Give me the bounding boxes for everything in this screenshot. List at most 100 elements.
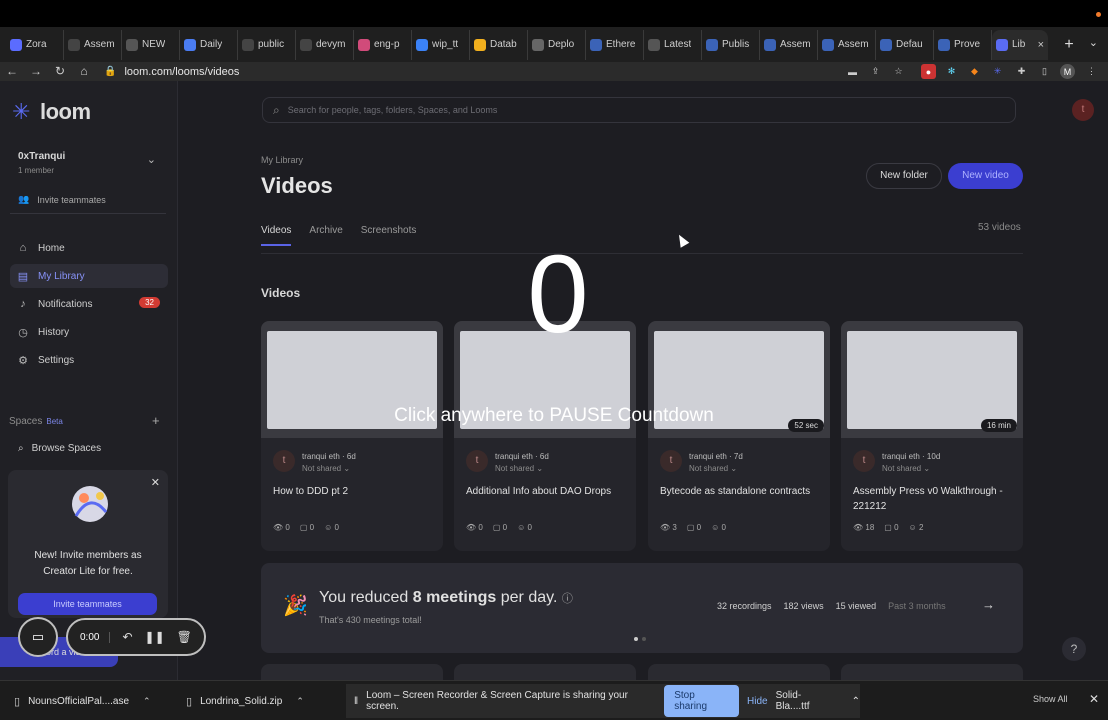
browser-tab[interactable]: Defau: [876, 29, 934, 60]
browser-tab[interactable]: Ethere: [586, 29, 644, 60]
browser-tab[interactable]: Zora: [6, 29, 64, 60]
screen: Zora Assem NEW Daily public devym eng-p wip_tt D…: [0, 0, 1108, 720]
browser-tab[interactable]: devym: [296, 29, 354, 60]
browser-tab[interactable]: eng-p: [354, 29, 412, 60]
new-tab-icon[interactable]: +: [1056, 36, 1082, 54]
smile-icon: ☺: [711, 523, 720, 532]
hide-button[interactable]: Hide: [747, 696, 768, 707]
close-icon[interactable]: ✕: [151, 476, 160, 489]
workspace-switcher[interactable]: 0xTranqui 1 member ⌄: [10, 143, 166, 181]
video-title[interactable]: How to DDD pt 2: [273, 484, 435, 499]
video-card[interactable]: 52 sec t tranqui eth · 7d Not shared ⌄ Bytec…: [648, 321, 830, 551]
video-title[interactable]: Assembly Press v0 Walkthrough - 221212: [853, 484, 1015, 514]
share-status[interactable]: Not shared ⌄: [882, 464, 930, 473]
arrow-right-icon[interactable]: →: [982, 597, 995, 612]
close-tab-icon[interactable]: ×: [1038, 39, 1044, 51]
author-avatar: t: [273, 450, 295, 472]
share-status[interactable]: Not shared ⌄: [302, 464, 350, 473]
loom-logo[interactable]: ✳ loom: [12, 99, 91, 125]
extension-icon[interactable]: ●: [921, 64, 936, 79]
loom-extension-icon[interactable]: ✳: [990, 64, 1005, 79]
stop-sharing-button[interactable]: Stop sharing: [664, 685, 740, 717]
video-thumbnail[interactable]: [454, 321, 636, 438]
browser-tab[interactable]: wip_tt: [412, 29, 470, 60]
reload-icon[interactable]: ↻: [48, 62, 72, 81]
browser-tab[interactable]: Assem: [760, 29, 818, 60]
sidebar-item-notifications[interactable]: ♪ Notifications 32: [10, 292, 168, 316]
video-title[interactable]: Bytecode as standalone contracts: [660, 484, 822, 499]
browser-tab[interactable]: Latest: [644, 29, 702, 60]
back-icon[interactable]: ←: [0, 62, 24, 81]
download-filename[interactable]: Solid-Bla....ttf: [776, 690, 834, 712]
browser-tab[interactable]: Datab: [470, 29, 528, 60]
show-all-button[interactable]: Show All: [1033, 694, 1068, 704]
carousel-dot[interactable]: [642, 637, 646, 641]
kebab-menu-icon[interactable]: ⋮: [1084, 64, 1099, 79]
browser-tab[interactable]: Daily: [180, 29, 238, 60]
restart-icon[interactable]: ↶: [122, 630, 132, 644]
browser-tab[interactable]: Assem: [64, 29, 122, 60]
video-thumbnail[interactable]: 52 sec: [648, 321, 830, 438]
tab-icon: [706, 38, 718, 51]
invite-teammates-button[interactable]: Invite teammates: [18, 593, 157, 615]
tab-videos[interactable]: Videos: [261, 225, 292, 246]
home-icon: ⌂: [19, 242, 27, 254]
share-status[interactable]: Not shared ⌄: [495, 464, 543, 473]
search-bar[interactable]: ⌕ Search for people, tags, folders, Spac…: [262, 97, 1016, 123]
add-space-icon[interactable]: +: [152, 413, 160, 428]
new-video-button[interactable]: New video: [948, 163, 1023, 189]
pause-icon[interactable]: ❚❚: [145, 630, 165, 644]
share-icon[interactable]: ⇪: [868, 64, 883, 79]
camera-toggle-button[interactable]: ▭: [18, 617, 58, 657]
carousel-dot[interactable]: [634, 637, 638, 641]
sidebar-item-settings[interactable]: ⚙ Settings: [10, 348, 168, 372]
download-item[interactable]: ▯ Londrina_Solid.zip ⌃: [186, 681, 304, 720]
browse-spaces-link[interactable]: ⌕ Browse Spaces: [18, 443, 101, 454]
delete-icon[interactable]: 🗑: [177, 630, 192, 644]
reactions-count: 0: [527, 523, 532, 532]
new-folder-button[interactable]: New folder: [866, 163, 942, 189]
video-thumbnail[interactable]: [261, 321, 443, 438]
star-icon[interactable]: ☆: [891, 64, 906, 79]
home-icon[interactable]: ⌂: [72, 62, 96, 81]
help-button[interactable]: ?: [1062, 637, 1086, 661]
browser-tab[interactable]: Publis: [702, 29, 760, 60]
video-card[interactable]: t tranqui eth · 6d Not shared ⌄ Additional …: [454, 321, 636, 551]
tab-archive[interactable]: Archive: [309, 225, 342, 246]
sidebar-item-my-library[interactable]: ▤ My Library: [10, 264, 168, 288]
sidebar-icon[interactable]: ▯: [1037, 64, 1052, 79]
chevron-up-icon[interactable]: ⌃: [296, 696, 304, 707]
browser-tab[interactable]: NEW: [122, 29, 180, 60]
profile-icon[interactable]: M: [1060, 64, 1075, 79]
video-card[interactable]: t tranqui eth · 6d Not shared ⌄ How to DDD …: [261, 321, 443, 551]
chevron-up-icon[interactable]: ⌃: [852, 696, 860, 707]
video-title[interactable]: Additional Info about DAO Drops: [466, 484, 628, 499]
close-icon[interactable]: ✕: [1089, 692, 1099, 706]
browser-tab[interactable]: public: [238, 29, 296, 60]
tab-label: wip_tt: [432, 39, 459, 50]
video-thumbnail[interactable]: 16 min: [841, 321, 1023, 438]
chevron-up-icon[interactable]: ⌃: [143, 696, 151, 707]
banner-prefix: You reduced: [319, 589, 413, 606]
url-field[interactable]: 🔒 loom.com/looms/videos: [104, 62, 830, 81]
video-card[interactable]: 16 min t tranqui eth · 10d Not shared ⌄ Asse…: [841, 321, 1023, 551]
browser-tab[interactable]: Lib ×: [992, 29, 1048, 60]
info-icon[interactable]: ⓘ: [562, 593, 573, 605]
puzzle-icon[interactable]: ✚: [1014, 64, 1029, 79]
browser-tab[interactable]: Deplo: [528, 29, 586, 60]
invite-teammates-link[interactable]: 👥 Invite teammates: [18, 194, 106, 205]
forward-icon[interactable]: →: [24, 62, 48, 81]
breadcrumb[interactable]: My Library: [261, 155, 303, 165]
react-devtools-icon[interactable]: ✻: [944, 64, 959, 79]
metamask-icon[interactable]: ◆: [967, 64, 982, 79]
browser-tab[interactable]: Assem: [818, 29, 876, 60]
share-status[interactable]: Not shared ⌄: [689, 464, 737, 473]
tab-search-chevron-icon[interactable]: ⌄: [1089, 36, 1098, 49]
camera-icon[interactable]: ▬: [845, 64, 860, 79]
browser-tab[interactable]: Prove: [934, 29, 992, 60]
sidebar-item-home[interactable]: ⌂ Home: [10, 236, 168, 260]
sidebar-item-history[interactable]: ◷ History: [10, 320, 168, 344]
tab-screenshots[interactable]: Screenshots: [361, 225, 417, 246]
download-item[interactable]: ▯ NounsOfficialPal....ase ⌃: [14, 681, 151, 720]
user-avatar[interactable]: t: [1072, 99, 1094, 121]
